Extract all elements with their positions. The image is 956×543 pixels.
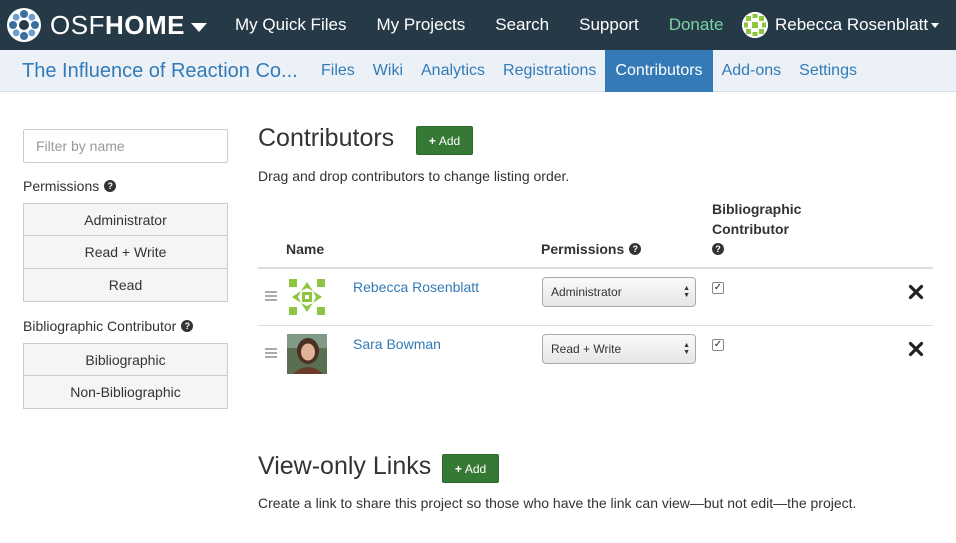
nav-donate[interactable]: Donate xyxy=(654,0,739,50)
add-view-only-link-label: Add xyxy=(464,461,487,476)
bibliographic-filter-text: Bibliographic Contributor xyxy=(23,318,177,334)
permission-select-value: Read + Write xyxy=(551,342,622,356)
tab-wiki[interactable]: Wiki xyxy=(364,50,412,92)
nav-search[interactable]: Search xyxy=(480,0,564,50)
drag-drop-instructions: Drag and drop contributors to change lis… xyxy=(258,168,570,184)
question-circle-icon[interactable]: ? xyxy=(629,243,642,255)
question-circle-icon[interactable]: ? xyxy=(104,180,117,192)
caret-down-icon xyxy=(931,22,940,28)
row-divider xyxy=(258,325,933,326)
permissions-filter-group: Administrator Read + Write Read xyxy=(23,203,228,302)
project-title[interactable]: The Influence of Reaction Co... xyxy=(22,50,298,92)
tab-add-ons[interactable]: Add-ons xyxy=(713,50,791,92)
project-navbar: The Influence of Reaction Co... Files Wi… xyxy=(0,50,956,92)
column-bibliographic-line2: Contributor xyxy=(712,221,789,237)
tab-contributors[interactable]: Contributors xyxy=(605,50,713,92)
plus-icon: + xyxy=(454,461,462,476)
user-menu[interactable]: Rebecca Rosenblatt xyxy=(742,0,940,50)
tab-files[interactable]: Files xyxy=(312,50,364,92)
select-arrows-icon: ▲ ▼ xyxy=(683,342,690,356)
drag-handle-icon[interactable] xyxy=(265,291,277,303)
bibliographic-checkbox[interactable]: ✓ xyxy=(712,339,724,351)
tab-registrations[interactable]: Registrations xyxy=(494,50,605,92)
bibliographic-checkbox[interactable]: ✓ xyxy=(712,282,724,294)
column-bibliographic-line1: Bibliographic xyxy=(712,201,802,217)
contributor-name-link[interactable]: Sara Bowman xyxy=(353,336,441,352)
permissions-filter-text: Permissions xyxy=(23,178,100,194)
column-permissions: Permissions ? xyxy=(541,239,642,259)
osf-home-brand[interactable]: OSFHOME xyxy=(0,0,207,50)
top-nav-links: My Quick Files My Projects Search Suppor… xyxy=(220,0,739,50)
filter-bibliographic-button[interactable]: Bibliographic xyxy=(23,343,228,376)
remove-contributor-icon[interactable] xyxy=(908,341,924,357)
tab-analytics[interactable]: Analytics xyxy=(412,50,494,92)
select-arrows-icon: ▲ ▼ xyxy=(683,285,690,299)
brand-home: HOME xyxy=(104,9,185,40)
plus-icon: + xyxy=(428,133,436,148)
brand-osf: OSF xyxy=(50,9,105,40)
filter-by-name-input[interactable] xyxy=(23,129,228,163)
filter-read-write-button[interactable]: Read + Write xyxy=(23,236,228,269)
add-contributor-button[interactable]: + Add xyxy=(416,126,473,155)
add-view-only-link-button[interactable]: + Add xyxy=(442,454,499,483)
column-name: Name xyxy=(286,241,325,257)
contributor-name-link[interactable]: Rebecca Rosenblatt xyxy=(353,279,479,295)
contributor-avatar-identicon xyxy=(287,277,327,317)
add-contributor-label: Add xyxy=(438,133,461,148)
filter-non-bibliographic-button[interactable]: Non-Bibliographic xyxy=(23,376,228,409)
remove-contributor-icon[interactable] xyxy=(908,284,924,300)
caret-down-icon xyxy=(190,22,207,32)
question-circle-icon[interactable]: ? xyxy=(712,243,724,255)
filter-administrator-button[interactable]: Administrator xyxy=(23,203,228,236)
view-only-links-heading: View-only Links xyxy=(258,452,432,480)
osf-logo-icon xyxy=(7,8,41,42)
nav-support[interactable]: Support xyxy=(564,0,654,50)
contributor-avatar-photo xyxy=(287,334,327,374)
drag-handle-icon[interactable] xyxy=(265,348,277,360)
column-permissions-text: Permissions xyxy=(541,241,625,257)
bibliographic-filter-group: Bibliographic Non-Bibliographic xyxy=(23,343,228,409)
table-header-divider xyxy=(258,267,933,269)
permissions-filter-label: Permissions ? xyxy=(23,178,117,194)
identicon-icon xyxy=(742,12,768,38)
brand-text: OSFHOME xyxy=(50,10,185,41)
question-circle-icon[interactable]: ? xyxy=(181,320,194,332)
filter-read-button[interactable]: Read xyxy=(23,269,228,302)
tab-settings[interactable]: Settings xyxy=(790,50,866,92)
bibliographic-filter-label: Bibliographic Contributor ? xyxy=(23,318,194,334)
user-name: Rebecca Rosenblatt xyxy=(775,15,929,34)
nav-my-quick-files[interactable]: My Quick Files xyxy=(220,0,361,50)
permission-select-value: Administrator xyxy=(551,285,622,299)
user-avatar xyxy=(742,12,768,38)
nav-my-projects[interactable]: My Projects xyxy=(361,0,480,50)
view-only-links-description: Create a link to share this project so t… xyxy=(258,495,857,511)
permission-select[interactable]: Read + Write ▲ ▼ xyxy=(542,334,696,364)
top-navbar: OSFHOME My Quick Files My Projects Searc… xyxy=(0,0,956,50)
contributors-heading: Contributors xyxy=(258,124,395,152)
permission-select[interactable]: Administrator ▲ ▼ xyxy=(542,277,696,307)
project-tabs: Files Wiki Analytics Registrations Contr… xyxy=(312,50,866,92)
